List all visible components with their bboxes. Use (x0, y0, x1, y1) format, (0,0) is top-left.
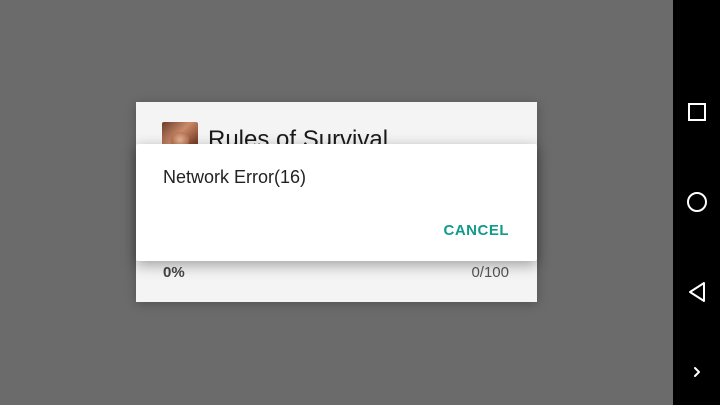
home-button[interactable] (673, 182, 720, 222)
expand-button[interactable] (673, 352, 720, 392)
app-screen: Rules of Survival 0% 0/100 Network Error… (0, 0, 673, 405)
error-message: Network Error(16) (163, 167, 307, 187)
cancel-button[interactable]: CANCEL (440, 220, 514, 241)
recents-button[interactable] (673, 92, 720, 132)
triangle-back-icon (688, 282, 705, 302)
circle-home-icon (686, 192, 707, 212)
navigation-bar (673, 0, 720, 405)
chevron-right-icon (693, 367, 700, 377)
back-button[interactable] (673, 272, 720, 312)
square-recents-icon (687, 103, 706, 121)
error-dialog: Network Error(16) CANCEL (136, 144, 537, 261)
